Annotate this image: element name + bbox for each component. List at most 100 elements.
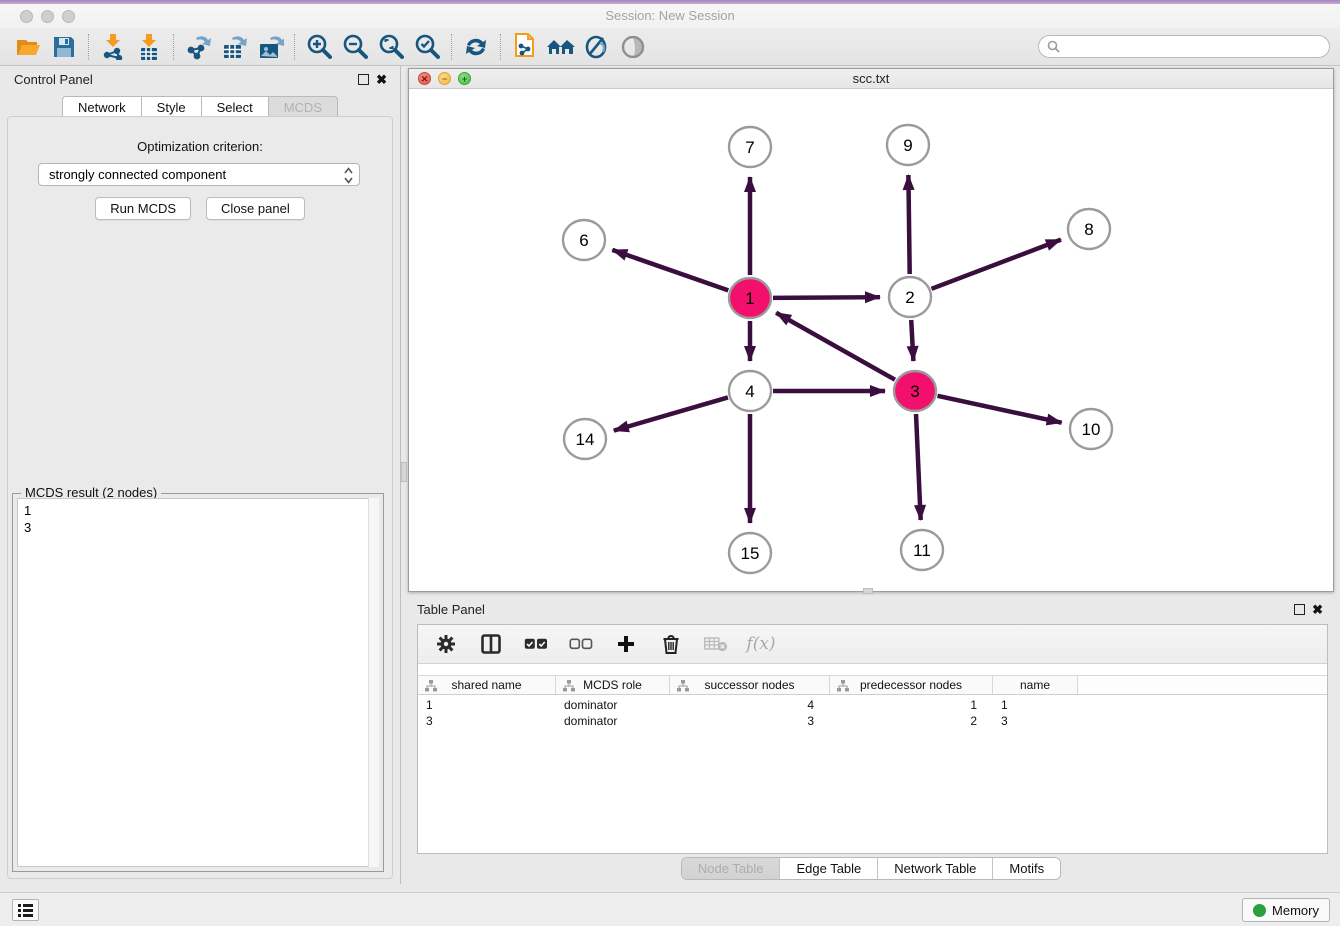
graph-edge-1-6[interactable] <box>612 250 728 291</box>
show-columns-icon[interactable] <box>479 628 503 660</box>
graph-edge-3-10[interactable] <box>937 396 1061 423</box>
toolbar-separator <box>294 34 295 60</box>
toolbar-separator <box>173 34 174 60</box>
graph-node-label: 11 <box>913 541 931 560</box>
task-list-icon <box>18 904 33 917</box>
table-panel-title: Table Panel <box>417 602 485 617</box>
deselect-all-columns-icon[interactable] <box>569 628 593 660</box>
graph-edge-2-8[interactable] <box>932 240 1061 289</box>
function-builder-icon[interactable]: f(x) <box>749 628 773 660</box>
show-graphics-icon[interactable] <box>615 31 651 63</box>
mcds-result-group: MCDS result (2 nodes) 1 3 <box>12 493 384 872</box>
run-mcds-button[interactable]: Run MCDS <box>95 197 191 220</box>
table-panel-header: Table Panel ✖ <box>408 596 1334 624</box>
mcds-result-text[interactable]: 1 3 <box>17 498 379 867</box>
toolbar-search[interactable] <box>1038 35 1330 58</box>
clone-network-icon[interactable] <box>507 31 543 63</box>
graph-node-label: 10 <box>1082 420 1101 439</box>
close-panel-button[interactable]: Close panel <box>206 197 305 220</box>
cell-successor-nodes: 4 <box>670 697 830 713</box>
column-header-MCDS-role[interactable]: MCDS role <box>556 676 670 694</box>
dropdown-stepper-icon <box>344 167 353 187</box>
table-options-gear-icon[interactable] <box>434 628 458 660</box>
cell-predecessor-nodes: 2 <box>830 713 993 729</box>
open-session-icon[interactable] <box>10 31 46 63</box>
control-panel-header: Control Panel ✖ <box>0 66 400 94</box>
tab-node-table[interactable]: Node Table <box>682 858 780 879</box>
cell-shared-name: 3 <box>418 713 556 729</box>
table-close-panel-icon[interactable]: ✖ <box>1312 602 1323 618</box>
table-panel: Table Panel ✖ <box>408 596 1334 884</box>
search-input[interactable] <box>1064 38 1329 56</box>
zoom-fit-icon[interactable] <box>373 31 409 63</box>
result-scrollbar[interactable] <box>368 498 379 867</box>
import-network-icon[interactable] <box>95 31 131 63</box>
export-table-icon[interactable] <box>216 31 252 63</box>
task-history-button[interactable] <box>12 899 39 921</box>
memory-button[interactable]: Memory <box>1242 898 1330 922</box>
cell-MCDS-role: dominator <box>556 713 670 729</box>
delete-column-icon[interactable] <box>659 628 683 660</box>
graph-node-label: 1 <box>745 289 754 308</box>
window-titlebar: Session: New Session <box>0 4 1340 28</box>
graph-node-label: 7 <box>745 138 754 157</box>
save-session-icon[interactable] <box>46 31 82 63</box>
cell-MCDS-role: dominator <box>556 697 670 713</box>
home-view-icon[interactable] <box>543 31 579 63</box>
graph-edge-4-14[interactable] <box>614 397 728 430</box>
vertical-splitter-handle[interactable] <box>401 462 407 482</box>
zoom-in-icon[interactable] <box>301 31 337 63</box>
table-toolbar: f(x) <box>418 625 1327 664</box>
graph-edge-1-2[interactable] <box>773 297 880 298</box>
delete-table-icon[interactable] <box>704 628 728 660</box>
column-header-successor-nodes[interactable]: successor nodes <box>670 676 830 694</box>
graph-node-label: 14 <box>576 430 595 449</box>
window-title: Session: New Session <box>0 4 1340 28</box>
toolbar-separator <box>500 34 501 60</box>
column-header-shared-name[interactable]: shared name <box>418 676 556 694</box>
network-window-titlebar[interactable]: ✕ − + scc.txt <box>409 69 1333 89</box>
table-tabs: Node TableEdge TableNetwork TableMotifs <box>408 857 1334 880</box>
graph-node-label: 9 <box>903 136 912 155</box>
zoom-selected-icon[interactable] <box>409 31 445 63</box>
cell-successor-nodes: 3 <box>670 713 830 729</box>
cell-shared-name: 1 <box>418 697 556 713</box>
export-network-icon[interactable] <box>180 31 216 63</box>
toolbar-separator <box>88 34 89 60</box>
horizontal-splitter-handle[interactable] <box>863 588 873 594</box>
dropdown-value: strongly connected component <box>49 167 226 182</box>
graph-edge-2-9[interactable] <box>908 175 909 274</box>
control-panel-title: Control Panel <box>14 72 93 87</box>
column-header-name[interactable]: name <box>993 676 1078 694</box>
tab-motifs[interactable]: Motifs <box>992 858 1060 879</box>
graph-node-label: 2 <box>905 288 914 307</box>
tab-network-table[interactable]: Network Table <box>877 858 992 879</box>
network-canvas[interactable]: 7968124314101511 <box>409 89 1333 591</box>
select-all-columns-icon[interactable] <box>524 628 548 660</box>
network-window-title: scc.txt <box>409 69 1333 88</box>
export-image-icon[interactable] <box>252 31 288 63</box>
graph-edge-3-11[interactable] <box>916 414 921 520</box>
zoom-out-icon[interactable] <box>337 31 373 63</box>
import-table-icon[interactable] <box>131 31 167 63</box>
optimization-criterion-label: Optimization criterion: <box>8 139 392 154</box>
graph-node-label: 3 <box>910 382 919 401</box>
float-panel-icon[interactable] <box>358 74 369 85</box>
column-header-filler <box>1078 676 1327 694</box>
apply-layout-icon[interactable] <box>458 31 494 63</box>
graph-edge-2-3[interactable] <box>911 320 913 361</box>
cell-predecessor-nodes: 1 <box>830 697 993 713</box>
main-toolbar <box>0 28 1340 66</box>
network-view-window: ✕ − + scc.txt 7968124314101511 <box>408 68 1334 592</box>
table-row[interactable]: 3dominator323 <box>418 713 1327 729</box>
add-column-icon[interactable] <box>614 628 638 660</box>
mcds-tab-content: Optimization criterion: strongly connect… <box>7 116 393 879</box>
column-header-predecessor-nodes[interactable]: predecessor nodes <box>830 676 993 694</box>
close-panel-icon[interactable]: ✖ <box>376 72 387 88</box>
graph-edge-3-1[interactable] <box>776 313 895 380</box>
table-row[interactable]: 1dominator411 <box>418 697 1327 713</box>
tab-edge-table[interactable]: Edge Table <box>779 858 877 879</box>
hide-graphics-icon[interactable] <box>579 31 615 63</box>
table-float-panel-icon[interactable] <box>1294 604 1305 615</box>
optimization-criterion-dropdown[interactable]: strongly connected component <box>38 163 360 186</box>
